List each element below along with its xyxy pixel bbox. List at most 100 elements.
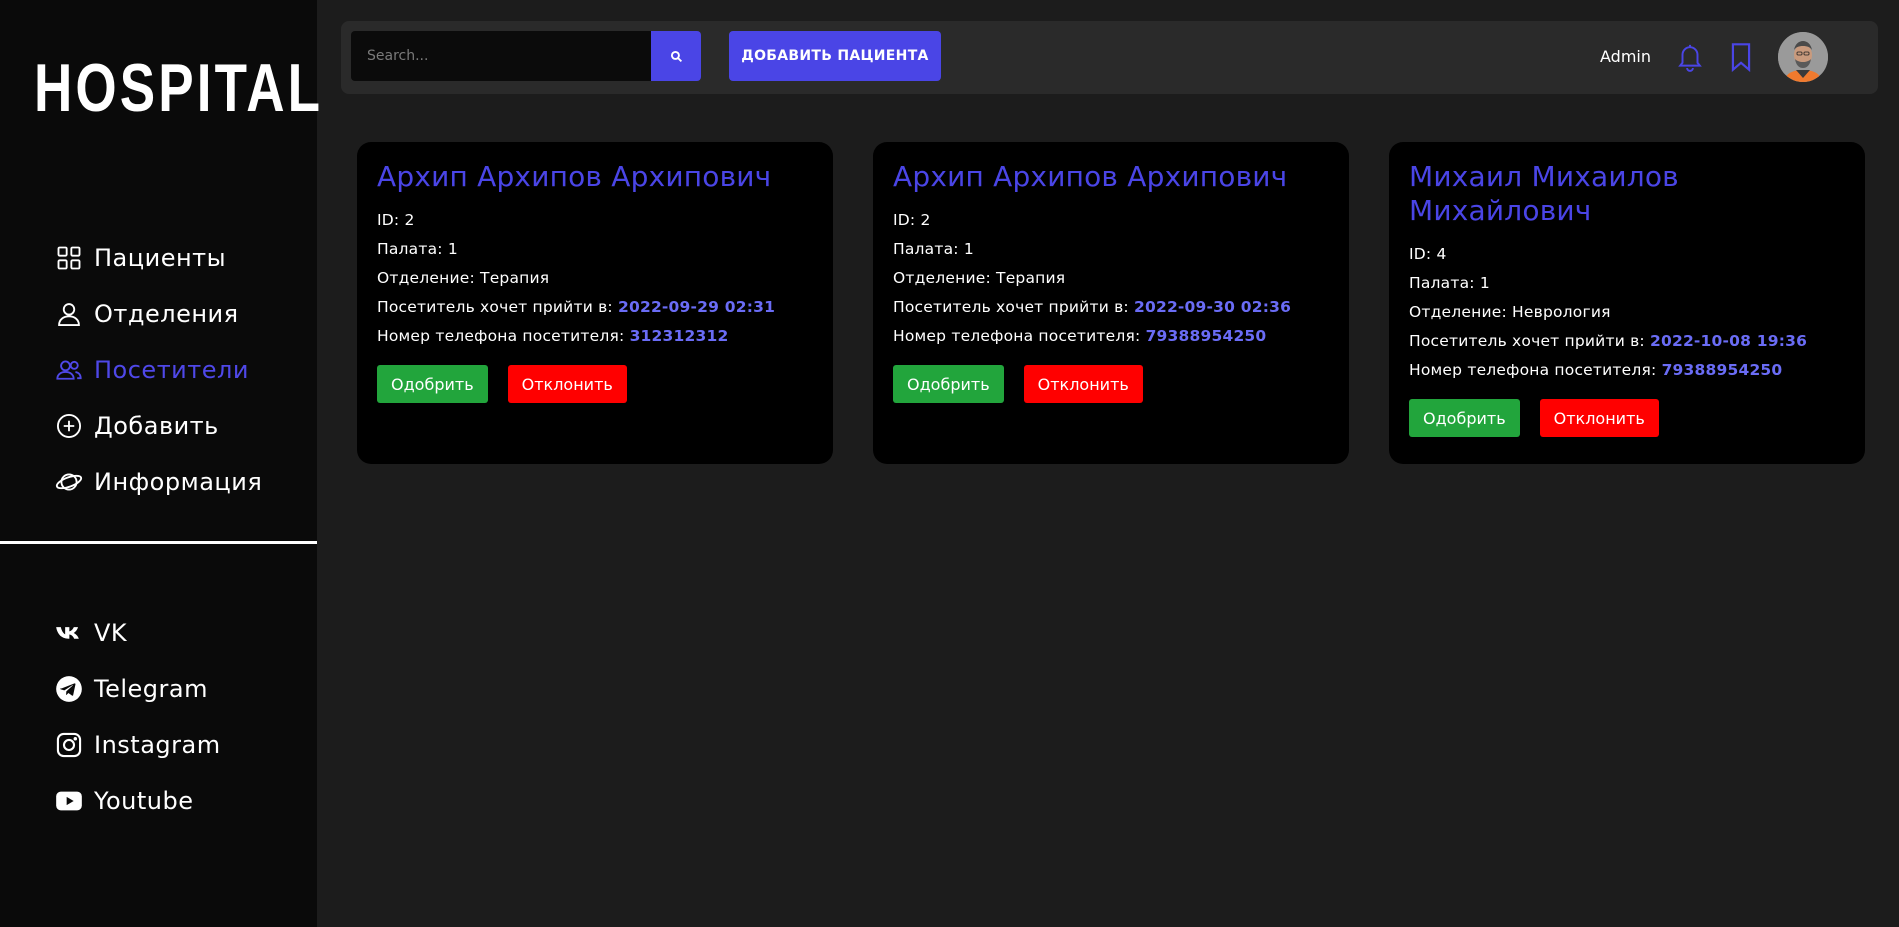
visit-time-label: Посетитель хочет прийти в: bbox=[893, 298, 1134, 316]
reject-button[interactable]: Отклонить bbox=[507, 365, 627, 403]
nav-item-label: Добавить bbox=[94, 412, 219, 440]
approve-button[interactable]: Одобрить bbox=[1409, 399, 1520, 437]
sidebar-divider bbox=[0, 541, 317, 544]
users-icon bbox=[54, 355, 84, 385]
visit-time-value: 2022-09-30 02:36 bbox=[1133, 298, 1292, 316]
ward-row: Палата: 1 bbox=[377, 235, 813, 264]
nav-item-visitors[interactable]: Посетители bbox=[54, 342, 262, 398]
visitor-request-card: Михаил Михаилов Михайлович ID: 4 Палата:… bbox=[1389, 142, 1865, 464]
search-input[interactable] bbox=[351, 31, 651, 81]
card-actions: Одобрить Отклонить bbox=[893, 365, 1329, 403]
phone-value: 79388954250 bbox=[1145, 327, 1267, 345]
patient-id: 2 bbox=[404, 211, 415, 229]
patient-id-row: ID: 2 bbox=[893, 206, 1329, 235]
phone-row: Номер телефона посетителя: 79388954250 bbox=[1409, 356, 1845, 385]
social-link-youtube[interactable]: Youtube bbox=[54, 773, 221, 829]
ward-value: 1 bbox=[963, 240, 974, 258]
planet-icon bbox=[54, 467, 84, 497]
patient-name: Архип Архипов Архипович bbox=[893, 160, 1288, 193]
add-patient-button[interactable]: ДОБАВИТЬ ПАЦИЕНТА bbox=[729, 31, 941, 81]
visit-time-value: 2022-09-29 02:31 bbox=[617, 298, 776, 316]
bookmark-icon[interactable] bbox=[1729, 42, 1753, 73]
topbar: ДОБАВИТЬ ПАЦИЕНТА Admin bbox=[341, 21, 1878, 94]
patient-id: 2 bbox=[920, 211, 931, 229]
nav-item-label: Отделения bbox=[94, 300, 239, 328]
department-label: Отделение: bbox=[377, 269, 481, 287]
phone-label: Номер телефона посетителя: bbox=[1409, 361, 1662, 379]
phone-value: 79388954250 bbox=[1661, 361, 1783, 379]
visitor-request-card: Архип Архипов Архипович ID: 2 Палата: 1 … bbox=[873, 142, 1349, 464]
visit-time-label: Посетитель хочет прийти в: bbox=[377, 298, 618, 316]
visit-time-row: Посетитель хочет прийти в: 2022-09-30 02… bbox=[893, 293, 1329, 322]
nav-item-label: Посетители bbox=[94, 356, 249, 384]
visit-time-label: Посетитель хочет прийти в: bbox=[1409, 332, 1650, 350]
patient-id-row: ID: 2 bbox=[377, 206, 813, 235]
plus-circle-icon bbox=[54, 411, 84, 441]
search-button[interactable] bbox=[651, 31, 701, 81]
reject-button[interactable]: Отклонить bbox=[1539, 399, 1659, 437]
nav-item-add[interactable]: Добавить bbox=[54, 398, 262, 454]
social-link-instagram[interactable]: Instagram bbox=[54, 717, 221, 773]
approve-button[interactable]: Одобрить bbox=[893, 365, 1004, 403]
social-link-label: Youtube bbox=[94, 787, 194, 815]
id-label: ID: bbox=[1409, 245, 1437, 263]
ward-label: Палата: bbox=[1409, 274, 1480, 292]
social-nav: VK Telegram Instagram Youtube bbox=[54, 605, 221, 829]
department-label: Отделение: bbox=[1409, 303, 1513, 321]
card-actions: Одобрить Отклонить bbox=[377, 365, 813, 403]
ward-value: 1 bbox=[447, 240, 458, 258]
main-nav: Пациенты Отделения Посетители Добавить И… bbox=[54, 230, 262, 510]
social-link-label: Telegram bbox=[94, 675, 208, 703]
instagram-icon bbox=[54, 730, 84, 760]
telegram-icon bbox=[54, 674, 84, 704]
department-value: Неврология bbox=[1512, 303, 1611, 321]
ward-label: Палата: bbox=[377, 240, 448, 258]
user-icon bbox=[54, 299, 84, 329]
user-name: Admin bbox=[1600, 47, 1651, 66]
ward-value: 1 bbox=[1479, 274, 1490, 292]
avatar[interactable] bbox=[1778, 32, 1828, 82]
ward-row: Палата: 1 bbox=[1409, 269, 1845, 298]
logo: HOSPITAL bbox=[34, 50, 324, 126]
app-root: HOSPITAL Пациенты Отделения Посетители Д… bbox=[0, 0, 1899, 927]
search-icon bbox=[670, 50, 683, 63]
social-link-vk[interactable]: VK bbox=[54, 605, 221, 661]
department-row: Отделение: Терапия bbox=[377, 264, 813, 293]
social-link-label: VK bbox=[94, 619, 128, 647]
patient-id: 4 bbox=[1436, 245, 1447, 263]
phone-label: Номер телефона посетителя: bbox=[377, 327, 630, 345]
reject-button[interactable]: Отклонить bbox=[1023, 365, 1143, 403]
visitor-request-card: Архип Архипов Архипович ID: 2 Палата: 1 … bbox=[357, 142, 833, 464]
patient-id-row: ID: 4 bbox=[1409, 240, 1845, 269]
grid-icon bbox=[54, 243, 84, 273]
sidebar: HOSPITAL Пациенты Отделения Посетители Д… bbox=[0, 0, 320, 927]
visit-time-value: 2022-10-08 19:36 bbox=[1649, 332, 1808, 350]
department-row: Отделение: Терапия bbox=[893, 264, 1329, 293]
department-row: Отделение: Неврология bbox=[1409, 298, 1845, 327]
visit-time-row: Посетитель хочет прийти в: 2022-10-08 19… bbox=[1409, 327, 1845, 356]
nav-item-patients[interactable]: Пациенты bbox=[54, 230, 262, 286]
department-label: Отделение: bbox=[893, 269, 997, 287]
nav-item-departments[interactable]: Отделения bbox=[54, 286, 262, 342]
nav-item-label: Информация bbox=[94, 468, 263, 496]
youtube-icon bbox=[54, 786, 84, 816]
department-value: Терапия bbox=[996, 269, 1066, 287]
patient-name: Михаил Михаилов Михайлович bbox=[1409, 160, 1679, 227]
id-label: ID: bbox=[893, 211, 921, 229]
visit-time-row: Посетитель хочет прийти в: 2022-09-29 02… bbox=[377, 293, 813, 322]
ward-row: Палата: 1 bbox=[893, 235, 1329, 264]
bell-icon[interactable] bbox=[1676, 42, 1704, 72]
phone-row: Номер телефона посетителя: 79388954250 bbox=[893, 322, 1329, 351]
phone-label: Номер телефона посетителя: bbox=[893, 327, 1146, 345]
patient-name: Архип Архипов Архипович bbox=[377, 160, 772, 193]
department-value: Терапия bbox=[480, 269, 550, 287]
social-link-label: Instagram bbox=[94, 731, 221, 759]
phone-value: 312312312 bbox=[629, 327, 729, 345]
id-label: ID: bbox=[377, 211, 405, 229]
social-link-telegram[interactable]: Telegram bbox=[54, 661, 221, 717]
card-actions: Одобрить Отклонить bbox=[1409, 399, 1845, 437]
nav-item-info[interactable]: Информация bbox=[54, 454, 262, 510]
vk-icon bbox=[54, 618, 84, 648]
approve-button[interactable]: Одобрить bbox=[377, 365, 488, 403]
ward-label: Палата: bbox=[893, 240, 964, 258]
